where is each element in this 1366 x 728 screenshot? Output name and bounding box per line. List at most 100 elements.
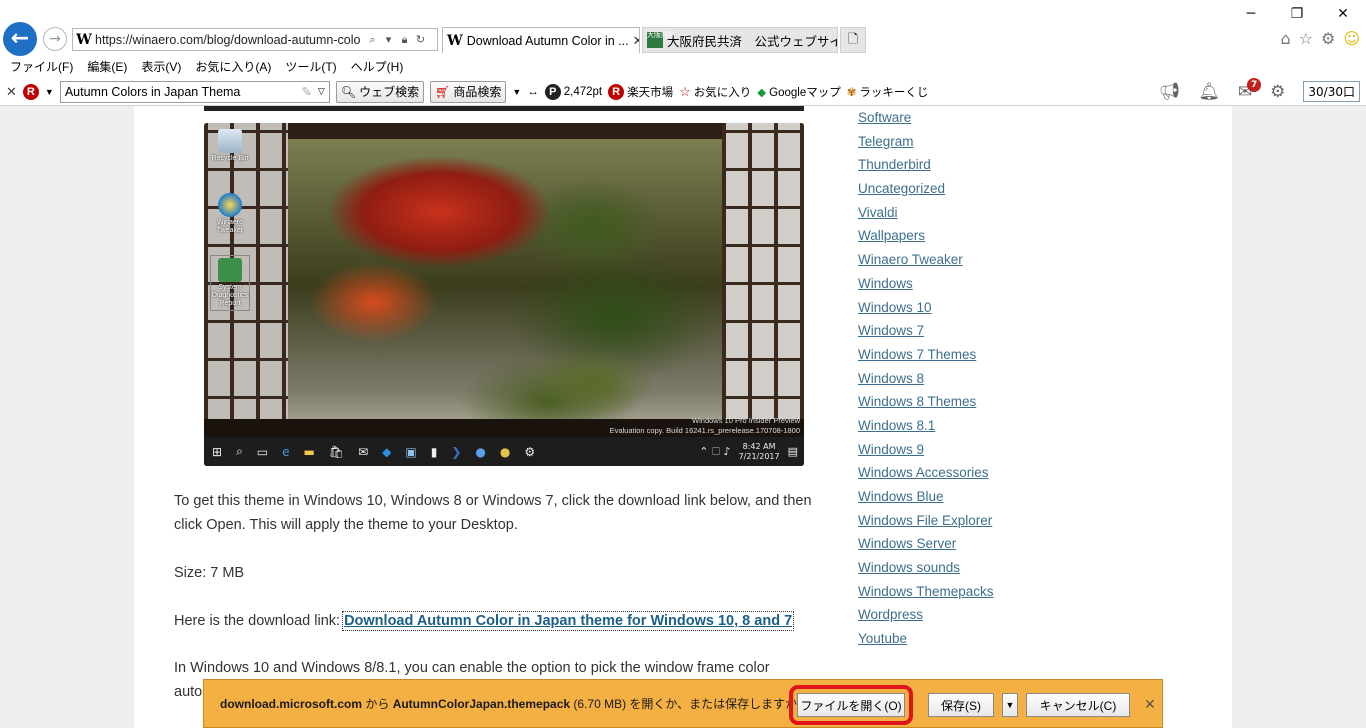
category-link[interactable]: Wallpapers <box>858 224 1118 248</box>
category-link[interactable]: Youtube <box>858 627 1118 651</box>
favorites-item[interactable]: ☆ お気に入り <box>679 84 751 100</box>
settings-gear-icon[interactable]: ⚙ <box>1321 29 1335 48</box>
new-tab-icon: 🗋 <box>847 31 859 46</box>
lock-icon[interactable]: 🔒︎ <box>398 33 411 47</box>
category-link[interactable]: Windows sounds <box>858 556 1118 580</box>
refresh-icon[interactable]: ↻ <box>414 33 427 46</box>
category-link[interactable]: Windows 8.1 <box>858 414 1118 438</box>
tweaker-label: Winaero Tweaker <box>216 219 244 234</box>
download-message: download.microsoft.com から AutumnColorJap… <box>220 695 804 712</box>
toolbar-search-input[interactable]: Autumn Colors in Japan Thema ✎ ▽ <box>59 80 330 103</box>
category-link[interactable]: Wordpress <box>858 603 1118 627</box>
lucky-kuji-item[interactable]: ✾ ラッキーくじ <box>847 84 929 100</box>
recycle-bin-icon: Recycle Bin <box>210 129 250 163</box>
points-item[interactable]: P 2,472pt <box>544 83 603 100</box>
save-button[interactable]: 保存(S) <box>928 693 994 717</box>
web-search-button[interactable]: 🔍︎ ウェブ検索 <box>335 80 425 103</box>
pen-icon[interactable]: ✎ <box>301 84 311 99</box>
save-options-dropdown[interactable]: ▼ <box>1002 693 1018 717</box>
system-tray: ⌃ 🗆 ♪ 8:42 AM 7/21/2017 ▤ <box>699 442 804 462</box>
category-link[interactable]: Windows 8 Themes <box>858 390 1118 414</box>
garden-scene <box>286 137 724 437</box>
search-icon[interactable]: ⌕ <box>366 33 379 47</box>
address-bar[interactable]: W https://winaero.com/blog/download-autu… <box>72 28 438 51</box>
back-arrow-icon: ← <box>10 26 30 51</box>
category-link[interactable]: Software <box>858 106 1118 130</box>
menu-file[interactable]: ファイル(F) <box>10 58 73 75</box>
restore-button[interactable]: ❐ <box>1274 0 1320 28</box>
menu-tools[interactable]: ツール(T) <box>285 58 336 75</box>
close-download-bar-icon[interactable]: ✕ <box>1144 696 1156 713</box>
googlemap-item[interactable]: ◆ Googleマップ <box>757 84 840 100</box>
tray-icons: ⌃ 🗆 ♪ <box>699 444 731 458</box>
shoji-right <box>722 123 804 437</box>
category-link[interactable]: Windows Themepacks <box>858 580 1118 604</box>
mail-icon[interactable]: ✉ 7 <box>1238 77 1262 102</box>
menu-help[interactable]: ヘルプ(H) <box>351 58 404 75</box>
rakuten-menu-arrow-icon[interactable]: ▼ <box>45 87 54 97</box>
resize-handle-icon[interactable]: ↔ <box>527 86 539 98</box>
googlemap-label: Googleマップ <box>769 86 841 99</box>
category-link[interactable]: Windows File Explorer <box>858 509 1118 533</box>
cancel-button[interactable]: キャンセル(C) <box>1026 693 1130 717</box>
category-link[interactable]: Thunderbird <box>858 153 1118 177</box>
new-tab-button[interactable]: 🗋 <box>840 27 866 53</box>
tab-osaka-kyosai[interactable]: 大阪府民 大阪府民共済 公式ウェブサイト <box>642 27 838 53</box>
category-link[interactable]: Windows 8 <box>858 367 1118 391</box>
category-link[interactable]: Telegram <box>858 130 1118 154</box>
favorites-star-icon[interactable]: ☆ <box>1299 29 1313 48</box>
category-link[interactable]: Uncategorized <box>858 177 1118 201</box>
tab-count-indicator[interactable]: 30/30口 <box>1303 81 1360 102</box>
web-search-label: ウェブ検索 <box>359 85 420 99</box>
category-link[interactable]: Windows Blue <box>858 485 1118 509</box>
points-value: 2,472pt <box>563 85 603 98</box>
forward-arrow-icon: → <box>49 31 61 47</box>
winaero-favicon-icon: W <box>447 32 463 49</box>
category-link[interactable]: Windows 9 <box>858 438 1118 462</box>
smiley-feedback-icon[interactable]: ☺ <box>1343 29 1360 48</box>
toolbar-right-icons: 📢︎ 🔔︎ ✉ 7 ⚙ 30/30口 <box>1159 77 1360 102</box>
search-dropdown-icon[interactable]: ▽ <box>318 86 325 97</box>
menu-view[interactable]: 表示(V) <box>141 58 181 75</box>
settings-icon: ⚙ <box>524 444 536 459</box>
menu-bar: ファイル(F) 編集(E) 表示(V) お気に入り(A) ツール(T) ヘルプ(… <box>0 56 1366 76</box>
dropdown-arrow-icon[interactable]: ▾ <box>382 33 395 46</box>
close-window-button[interactable]: ✕ <box>1320 0 1366 28</box>
lucky-label: ラッキーくじ <box>859 86 929 99</box>
bell-icon[interactable]: 🔔︎ <box>1198 82 1220 102</box>
download-theme-link[interactable]: Download Autumn Color in Japan theme for… <box>342 611 795 631</box>
close-tab-icon[interactable]: ✕ <box>633 33 639 49</box>
category-link[interactable]: Windows 10 <box>858 296 1118 320</box>
search-icon: ⌕ <box>236 444 243 458</box>
menu-edit[interactable]: 編集(E) <box>87 58 127 75</box>
forward-button[interactable]: → <box>43 27 67 51</box>
tab-download-autumn[interactable]: W Download Autumn Color in ... ✕ <box>442 27 640 53</box>
recycle-label: Recycle Bin <box>211 155 249 162</box>
category-link[interactable]: Windows Accessories <box>858 461 1118 485</box>
category-link[interactable]: Windows 7 <box>858 319 1118 343</box>
rakuten-ichiba-item[interactable]: R 楽天市場 <box>608 83 673 100</box>
download-host: download.microsoft.com <box>220 697 363 711</box>
menu-favorites[interactable]: お気に入り(A) <box>195 58 271 75</box>
close-toolbar-icon[interactable]: ✕ <box>6 84 17 100</box>
app3-icon: ● <box>475 444 486 459</box>
category-link[interactable]: Windows 7 Themes <box>858 343 1118 367</box>
download-from: から <box>362 697 393 711</box>
minimize-button[interactable]: ─ <box>1228 0 1274 28</box>
home-icon[interactable]: ⌂ <box>1280 29 1290 48</box>
link-prefix: Here is the download link: <box>174 613 345 629</box>
category-link[interactable]: Windows Server <box>858 532 1118 556</box>
category-link[interactable]: Winaero Tweaker <box>858 248 1118 272</box>
address-url[interactable]: https://winaero.com/blog/download-autumn… <box>95 33 363 47</box>
back-button[interactable]: ← <box>3 22 37 56</box>
category-link[interactable]: Windows <box>858 272 1118 296</box>
category-link[interactable]: Vivaldi <box>858 201 1118 225</box>
open-file-button[interactable]: ファイルを開く(O) <box>797 693 905 717</box>
rakuten-logo-icon[interactable]: R <box>22 83 39 100</box>
toolbar-gear-icon[interactable]: ⚙ <box>1270 82 1285 102</box>
megaphone-icon[interactable]: 📢︎ <box>1159 82 1181 102</box>
browser-right-icons: ⌂ ☆ ⚙ ☺ <box>1280 29 1360 48</box>
product-search-button[interactable]: 🛒︎ 商品検索 <box>430 80 507 103</box>
clock: 8:42 AM 7/21/2017 <box>739 442 780 462</box>
toolbar-more-arrow-icon[interactable]: ▼ <box>512 87 521 97</box>
